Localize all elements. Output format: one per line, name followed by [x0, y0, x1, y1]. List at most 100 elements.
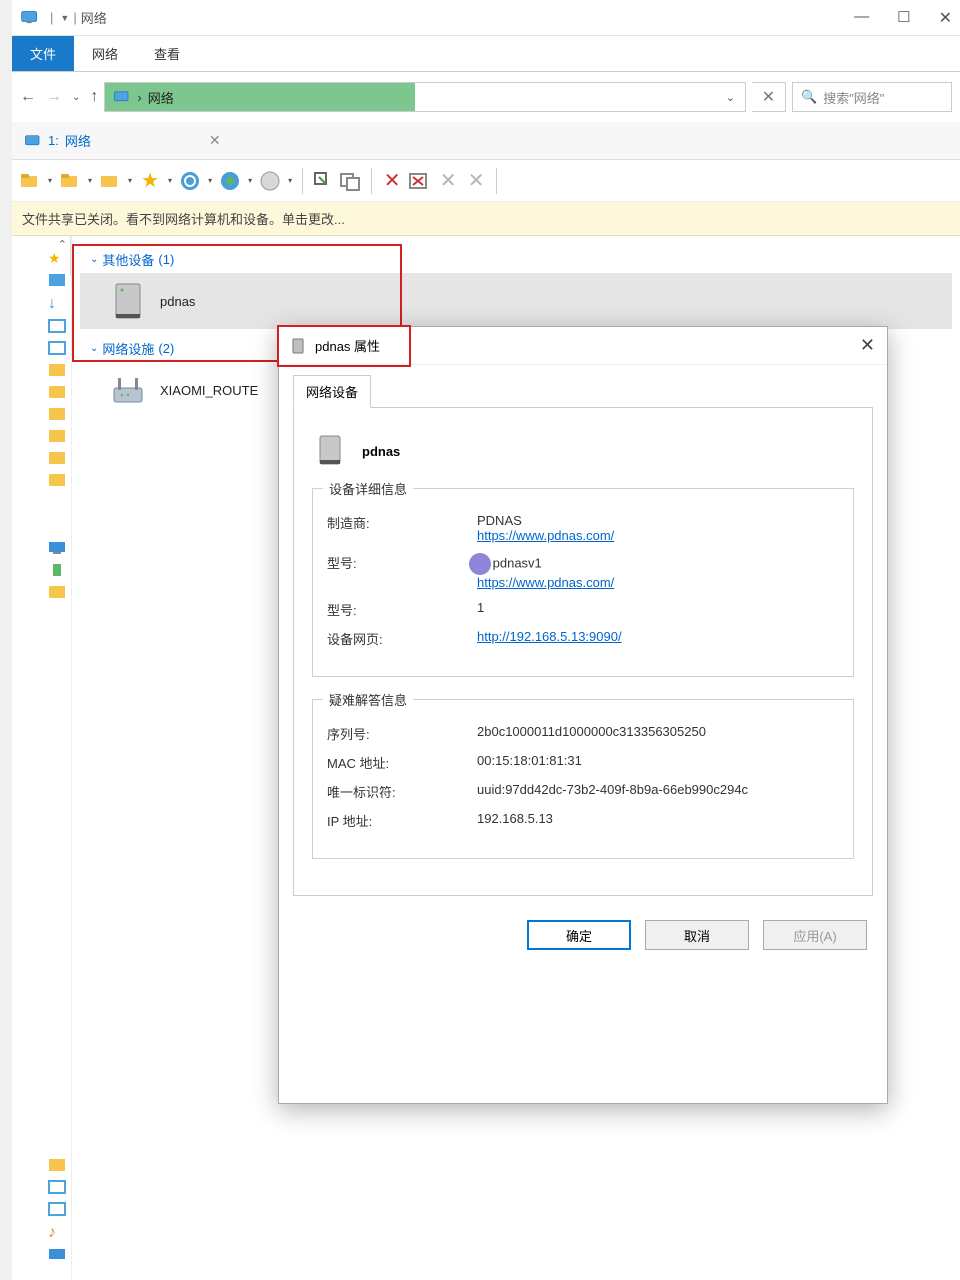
- dropdown-icon[interactable]: ▾: [86, 176, 94, 185]
- label-mac: MAC 地址:: [327, 753, 477, 772]
- nav-buttons: ← → ⌄ ↑: [20, 88, 98, 106]
- apply-button[interactable]: 应用(A): [763, 920, 867, 950]
- label-device-page: 设备网页:: [327, 629, 477, 648]
- sync-green-icon[interactable]: [218, 169, 242, 193]
- nav-item[interactable]: [48, 1248, 66, 1264]
- folder-icon[interactable]: [58, 169, 82, 193]
- nav-item[interactable]: [48, 451, 66, 467]
- folder-icon[interactable]: [18, 169, 42, 193]
- label-ip: IP 地址:: [327, 811, 477, 830]
- titlebar-sep: |: [50, 10, 53, 25]
- box-x-icon[interactable]: [408, 169, 432, 193]
- info-bar[interactable]: 文件共享已关闭。看不到网络计算机和设备。单击更改...: [12, 202, 960, 236]
- dialog-tab-network-device[interactable]: 网络设备: [293, 375, 371, 408]
- back-button[interactable]: ←: [20, 88, 36, 106]
- folder-icon[interactable]: [98, 169, 122, 193]
- star-icon[interactable]: ★: [138, 169, 162, 193]
- value-serial: 2b0c1000011d1000000c313356305250: [477, 724, 839, 743]
- nav-item[interactable]: [48, 385, 66, 401]
- minimize-button[interactable]: —: [854, 8, 869, 28]
- dialog-close-button[interactable]: ✕: [860, 335, 875, 356]
- address-dropdown[interactable]: ⌄: [722, 91, 739, 104]
- device-name: XIAOMI_ROUTE: [160, 383, 258, 398]
- nav-item[interactable]: [48, 473, 66, 489]
- nav-item[interactable]: [48, 407, 66, 423]
- address-stop-button[interactable]: ✕: [752, 82, 786, 112]
- globe-icon[interactable]: [258, 169, 282, 193]
- tab-network[interactable]: 网络: [74, 36, 136, 71]
- value-manufacturer: PDNAS: [477, 513, 522, 528]
- address-row: ← → ⌄ ↑ › 网络 ⌄ ✕ 🔍 搜索"网络": [12, 78, 960, 116]
- nav-item[interactable]: [48, 585, 66, 601]
- dropdown-icon[interactable]: ▾: [286, 176, 294, 185]
- link-model-url[interactable]: https://www.pdnas.com/: [477, 575, 614, 590]
- network-icon: [24, 133, 42, 149]
- nav-item[interactable]: [48, 341, 66, 357]
- up-button[interactable]: ↑: [90, 88, 98, 106]
- nav-item[interactable]: [48, 319, 66, 335]
- dropdown-icon[interactable]: ▾: [206, 176, 214, 185]
- device-details-group: 设备详细信息 制造商: PDNAS https://www.pdnas.com/…: [312, 488, 854, 677]
- tab-close-button[interactable]: ✕: [209, 132, 221, 149]
- x-grey-icon[interactable]: ✕: [436, 169, 460, 193]
- nav-item[interactable]: [48, 273, 66, 289]
- maximize-button[interactable]: ☐: [897, 8, 910, 28]
- close-button[interactable]: ✕: [939, 8, 952, 28]
- dropdown-icon[interactable]: ▾: [46, 176, 54, 185]
- sync-icon[interactable]: [178, 169, 202, 193]
- nav-item[interactable]: ♪: [48, 1224, 66, 1242]
- search-icon: 🔍: [801, 89, 817, 105]
- toolbar-divider: [496, 168, 497, 194]
- nav-item-favorites[interactable]: ★: [48, 250, 71, 267]
- nav-item-pc[interactable]: [48, 541, 66, 557]
- value-model-number: 1: [477, 600, 839, 619]
- dropdown-icon[interactable]: ▾: [126, 176, 134, 185]
- nav-item[interactable]: [48, 1158, 66, 1174]
- tab-index: 1:: [48, 133, 59, 148]
- nav-pane: ⌃ ★ ↓ ♪: [12, 236, 72, 1280]
- nav-item[interactable]: [48, 1202, 66, 1218]
- link-device-page[interactable]: http://192.168.5.13:9090/: [477, 629, 622, 644]
- highlight-box: [277, 325, 411, 367]
- dropdown-icon[interactable]: ▾: [166, 176, 174, 185]
- nav-item[interactable]: [48, 429, 66, 445]
- dropdown-icon[interactable]: ▾: [246, 176, 254, 185]
- value-mac: 00:15:18:01:81:31: [477, 753, 839, 772]
- groupbox-label: 设备详细信息: [323, 479, 413, 498]
- dialog-buttons: 确定 取消 应用(A): [279, 906, 887, 964]
- window-titlebar: | ▼ | 网络 — ☐ ✕: [12, 0, 960, 36]
- tab-view[interactable]: 查看: [136, 36, 198, 71]
- value-ip: 192.168.5.13: [477, 811, 839, 830]
- nav-item-download[interactable]: ↓: [48, 295, 71, 313]
- window-title: 网络: [81, 8, 107, 27]
- stack-icon[interactable]: [339, 169, 363, 193]
- scroll-up-icon[interactable]: ⌃: [58, 238, 67, 251]
- link-manufacturer-url[interactable]: https://www.pdnas.com/: [477, 528, 614, 543]
- value-uniq: uuid:97dd42dc-73b2-409f-8b9a-66eb990c294…: [477, 782, 839, 801]
- recent-dropdown[interactable]: ⌄: [72, 92, 80, 103]
- troubleshoot-group: 疑难解答信息 序列号: 2b0c1000011d1000000c31335630…: [312, 699, 854, 859]
- network-icon: [20, 9, 40, 27]
- cancel-button[interactable]: 取消: [645, 920, 749, 950]
- address-bar[interactable]: › 网络 ⌄: [104, 82, 746, 112]
- label-model: 型号:: [327, 553, 477, 590]
- search-box[interactable]: 🔍 搜索"网络": [792, 82, 952, 112]
- copy-icon[interactable]: [311, 169, 335, 193]
- delete-icon[interactable]: ✕: [380, 169, 404, 193]
- toolbar-divider: [371, 168, 372, 194]
- dialog-tabs: 网络设备: [293, 375, 873, 408]
- nav-item[interactable]: [48, 1180, 66, 1196]
- nav-item[interactable]: [48, 563, 66, 579]
- explorer-tab-network[interactable]: 1: 网络: [16, 127, 99, 154]
- ok-button[interactable]: 确定: [527, 920, 631, 950]
- groupbox-label: 疑难解答信息: [323, 690, 413, 709]
- x-grey-icon[interactable]: ✕: [464, 169, 488, 193]
- router-icon: [108, 370, 148, 410]
- nav-item[interactable]: [48, 363, 66, 379]
- titlebar-caret[interactable]: ▼: [60, 13, 69, 23]
- value-model: pdnasv1: [493, 555, 542, 570]
- tab-file[interactable]: 文件: [12, 36, 74, 71]
- label-uniq: 唯一标识符:: [327, 782, 477, 801]
- forward-button[interactable]: →: [46, 88, 62, 106]
- label-serial: 序列号:: [327, 724, 477, 743]
